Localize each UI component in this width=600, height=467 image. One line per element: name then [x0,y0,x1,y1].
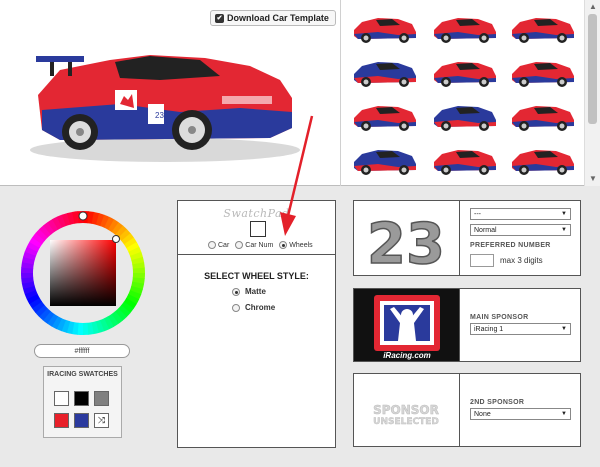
template-thumbnail[interactable] [428,182,502,186]
template-thumbnail[interactable] [506,140,580,180]
radio-button[interactable] [232,287,240,296]
color-handle[interactable] [112,235,120,243]
template-thumbnail[interactable] [348,140,422,180]
template-thumbnail[interactable] [428,8,502,48]
iracing-swatches: IRACING SWATCHES ⤨ [43,366,122,438]
number-style-select[interactable]: Normal ▼ [470,224,571,236]
template-thumbnail[interactable] [506,182,580,186]
number-panel: 23 --- ▼ Normal ▼ PREFERRED NUMBER max 3 d… [353,200,581,278]
number-controls: --- ▼ Normal ▼ PREFERRED NUMBER max 3 digi… [460,201,580,275]
template-thumbnail[interactable] [348,8,422,48]
main-sponsor-select[interactable]: iRacing 1 ▼ [470,323,571,335]
scrollbar-thumb[interactable] [588,14,597,124]
second-sponsor-panel: SPONSOR UNSELECTED 2ND SPONSOR None ▼ [353,373,581,447]
number-font-select[interactable]: --- ▼ [470,208,571,220]
color-wheel-picker[interactable] [18,208,148,338]
template-thumbnail[interactable] [348,182,422,186]
svg-text:23: 23 [155,111,164,120]
wheel-option-label: Matte [245,287,266,296]
chevron-down-icon: ▼ [561,411,567,417]
template-thumbnail[interactable] [428,96,502,136]
hue-handle[interactable] [78,211,88,221]
download-template-label: Download Car Template [227,13,329,23]
scroll-up-icon[interactable]: ▲ [588,2,598,12]
main-sponsor-label: MAIN SPONSOR [470,314,529,321]
target-option-car-num[interactable]: Car Num [235,241,273,249]
number-style-value: Normal [474,227,497,234]
template-thumbnail[interactable] [348,96,422,136]
target-option-label: Wheels [289,241,313,249]
template-thumbnail[interactable] [428,140,502,180]
target-option-label: Car Num [245,241,274,249]
swatch-color[interactable] [54,413,69,428]
template-thumbnail[interactable] [506,8,580,48]
swatch-color[interactable] [94,391,109,406]
main-sponsor-controls: MAIN SPONSOR iRacing 1 ▼ [460,289,580,361]
number-preview: 23 [354,201,460,278]
radio-button[interactable] [208,241,216,249]
chevron-down-icon: ▼ [561,227,567,233]
sponsor-unselected-line1: SPONSOR [373,403,439,417]
target-option-car[interactable]: Car [208,241,229,249]
wheel-option-label: Chrome [245,303,276,312]
number-display: 23 [367,212,445,277]
radio-button[interactable] [232,303,240,312]
sponsor-unselected-line2: UNSELECTED [373,417,439,427]
template-thumbnail[interactable] [506,52,580,92]
template-thumbnail[interactable] [428,52,502,92]
main-sponsor-panel: iRacing.com MAIN SPONSOR iRacing 1 ▼ [353,288,581,362]
hex-color-input[interactable]: #ffffff [34,344,130,358]
swatch-color[interactable] [74,391,89,406]
chevron-down-icon: ▼ [561,211,567,217]
scroll-down-icon[interactable]: ▼ [588,174,598,184]
download-template-button[interactable]: ✔ Download Car Template [210,10,336,26]
second-sponsor-select[interactable]: None ▼ [470,408,571,420]
swatchpad-target-options: Car Car Num Wheels [208,241,313,249]
preferred-number-label: PREFERRED NUMBER [470,242,551,249]
second-sponsor-placeholder: SPONSOR UNSELECTED [354,374,460,446]
shuffle-icon[interactable]: ⤨ [94,413,109,428]
number-font-value: --- [474,211,481,218]
wheel-style-title: SELECT WHEEL STYLE: [204,271,309,281]
radio-button[interactable] [279,241,288,249]
second-sponsor-label: 2ND SPONSOR [470,399,525,406]
wheel-option-matte[interactable]: Matte [232,287,266,296]
target-option-label: Car [218,241,230,249]
chevron-down-icon: ▼ [561,326,567,332]
target-option-wheels[interactable]: Wheels [279,241,313,249]
swatch-color[interactable] [54,391,69,406]
template-thumbnail[interactable] [506,96,580,136]
main-sponsor-logo: iRacing.com [354,289,460,361]
max-digits-hint: max 3 digits [500,256,543,265]
annotation-arrow [280,115,314,236]
template-gallery [342,0,584,186]
swatch-color[interactable] [74,413,89,428]
wheel-option-chrome[interactable]: Chrome [232,303,275,312]
main-sponsor-value: iRacing 1 [474,326,504,333]
second-sponsor-value: None [474,411,491,418]
gallery-scrollbar[interactable]: ▲ ▼ [584,0,600,186]
preferred-number-input[interactable] [470,254,494,267]
template-thumbnail[interactable] [348,52,422,92]
swatchpad-color-box[interactable] [250,221,266,237]
radio-button[interactable] [235,241,244,249]
checkmark-icon: ✔ [215,13,224,23]
second-sponsor-controls: 2ND SPONSOR None ▼ [460,374,580,446]
sponsor-logo-text: iRacing.com [383,351,431,360]
swatches-title: IRACING SWATCHES [47,371,118,378]
